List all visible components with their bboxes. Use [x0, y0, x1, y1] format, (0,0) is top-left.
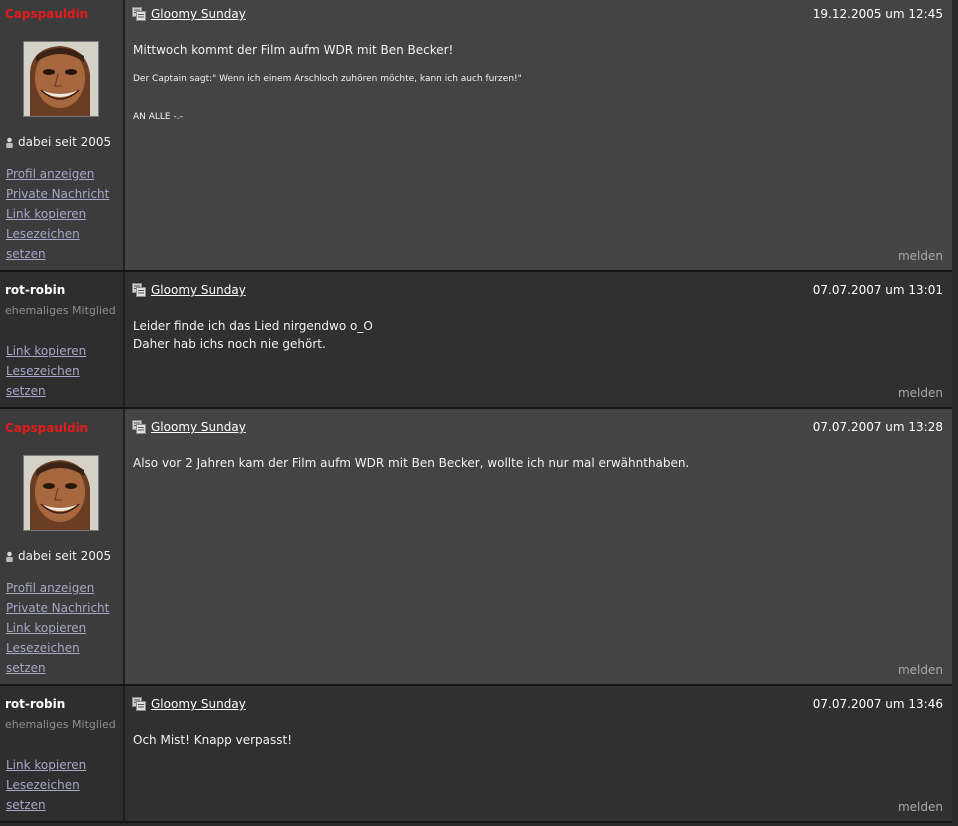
avatar[interactable] — [23, 41, 99, 117]
post-text: Mittwoch kommt der Film aufm WDR mit Ben… — [133, 43, 454, 57]
post-signature-line: AN ALLE -.- — [133, 112, 183, 122]
user-icon — [6, 551, 13, 562]
post-icon — [132, 283, 146, 297]
author-name[interactable]: rot-robin — [5, 283, 65, 297]
post-header: Gloomy Sunday 07.07.2007 um 13:46 — [132, 695, 943, 713]
report-link[interactable]: melden — [898, 800, 943, 814]
bookmark-link[interactable]: Lesezeichen setzen — [6, 638, 123, 678]
post-signature: Der Captain sagt:" Wenn ich einem Arschl… — [133, 74, 522, 84]
forum-post: rot-robin ehemaliges Mitglied Link kopie… — [0, 272, 952, 407]
post-body: Leider finde ich das Lied nirgendwo o_O … — [133, 317, 942, 353]
post-date: 07.07.2007 um 13:28 — [812, 420, 943, 434]
post-author-panel: Capspauldin dabei seit 2005 Profil anzei… — [0, 0, 125, 270]
bookmark-link[interactable]: Lesezeichen setzen — [6, 361, 123, 401]
post-text-line: Daher hab ichs noch nie gehört. — [133, 337, 326, 351]
member-since-text: dabei seit 2005 — [18, 135, 112, 149]
report-link[interactable]: melden — [898, 386, 943, 400]
avatar[interactable] — [23, 455, 99, 531]
post-body: Och Mist! Knapp verpasst! — [133, 731, 942, 749]
author-name[interactable]: rot-robin — [5, 697, 65, 711]
profile-link[interactable]: Profil anzeigen — [6, 578, 123, 598]
post-title-link[interactable]: Gloomy Sunday — [151, 7, 246, 21]
copy-link-link[interactable]: Link kopieren — [6, 341, 123, 361]
author-name[interactable]: Capspauldin — [5, 7, 88, 21]
copy-link-link[interactable]: Link kopieren — [6, 618, 123, 638]
post-icon — [132, 697, 146, 711]
post-date: 07.07.2007 um 13:46 — [812, 697, 943, 711]
post-header: Gloomy Sunday 19.12.2005 um 12:45 — [132, 5, 943, 23]
post-content: Gloomy Sunday 07.07.2007 um 13:28 Also v… — [125, 409, 952, 684]
post-author-panel: rot-robin ehemaliges Mitglied Link kopie… — [0, 272, 125, 407]
post-date: 07.07.2007 um 13:01 — [812, 283, 943, 297]
forum-post: Capspauldin dabei seit 2005 Profil anzei… — [0, 409, 952, 684]
author-actions: Link kopieren Lesezeichen setzen — [6, 341, 123, 401]
post-title-link[interactable]: Gloomy Sunday — [151, 283, 246, 297]
author-actions: Profil anzeigen Private Nachricht Link k… — [6, 578, 123, 678]
user-icon — [6, 137, 13, 148]
forum-thread: Capspauldin dabei seit 2005 Profil anzei… — [0, 0, 958, 826]
author-actions: Link kopieren Lesezeichen setzen — [6, 755, 123, 815]
post-body: Mittwoch kommt der Film aufm WDR mit Ben… — [133, 41, 942, 123]
post-text-line: Leider finde ich das Lied nirgendwo o_O — [133, 319, 373, 333]
post-content: Gloomy Sunday 07.07.2007 um 13:46 Och Mi… — [125, 686, 952, 821]
forum-post: Capspauldin dabei seit 2005 Profil anzei… — [0, 0, 952, 270]
post-divider — [0, 821, 952, 823]
private-message-link[interactable]: Private Nachricht — [6, 598, 123, 618]
forum-post: rot-robin ehemaliges Mitglied Link kopie… — [0, 686, 952, 821]
post-icon — [132, 420, 146, 434]
post-header: Gloomy Sunday 07.07.2007 um 13:28 — [132, 418, 943, 436]
private-message-link[interactable]: Private Nachricht — [6, 184, 123, 204]
copy-link-link[interactable]: Link kopieren — [6, 204, 123, 224]
post-title-link[interactable]: Gloomy Sunday — [151, 420, 246, 434]
copy-link-link[interactable]: Link kopieren — [6, 755, 123, 775]
post-title-link[interactable]: Gloomy Sunday — [151, 697, 246, 711]
post-body: Also vor 2 Jahren kam der Film aufm WDR … — [133, 454, 942, 472]
author-name[interactable]: Capspauldin — [5, 421, 88, 435]
author-role: ehemaliges Mitglied — [5, 718, 116, 731]
post-date: 19.12.2005 um 12:45 — [812, 7, 943, 21]
author-role: ehemaliges Mitglied — [5, 304, 116, 317]
report-link[interactable]: melden — [898, 663, 943, 677]
profile-link[interactable]: Profil anzeigen — [6, 164, 123, 184]
post-header: Gloomy Sunday 07.07.2007 um 13:01 — [132, 281, 943, 299]
post-text: Och Mist! Knapp verpasst! — [133, 733, 293, 747]
bookmark-link[interactable]: Lesezeichen setzen — [6, 775, 123, 815]
member-since: dabei seit 2005 — [5, 135, 111, 149]
post-content: Gloomy Sunday 19.12.2005 um 12:45 Mittwo… — [125, 0, 952, 270]
post-author-panel: rot-robin ehemaliges Mitglied Link kopie… — [0, 686, 125, 821]
post-text: Also vor 2 Jahren kam der Film aufm WDR … — [133, 456, 690, 470]
bookmark-link[interactable]: Lesezeichen setzen — [6, 224, 123, 264]
post-author-panel: Capspauldin dabei seit 2005 Profil anzei… — [0, 409, 125, 684]
post-icon — [132, 7, 146, 21]
post-content: Gloomy Sunday 07.07.2007 um 13:01 Leider… — [125, 272, 952, 407]
member-since: dabei seit 2005 — [5, 549, 111, 563]
member-since-text: dabei seit 2005 — [18, 549, 112, 563]
report-link[interactable]: melden — [898, 249, 943, 263]
author-actions: Profil anzeigen Private Nachricht Link k… — [6, 164, 123, 264]
